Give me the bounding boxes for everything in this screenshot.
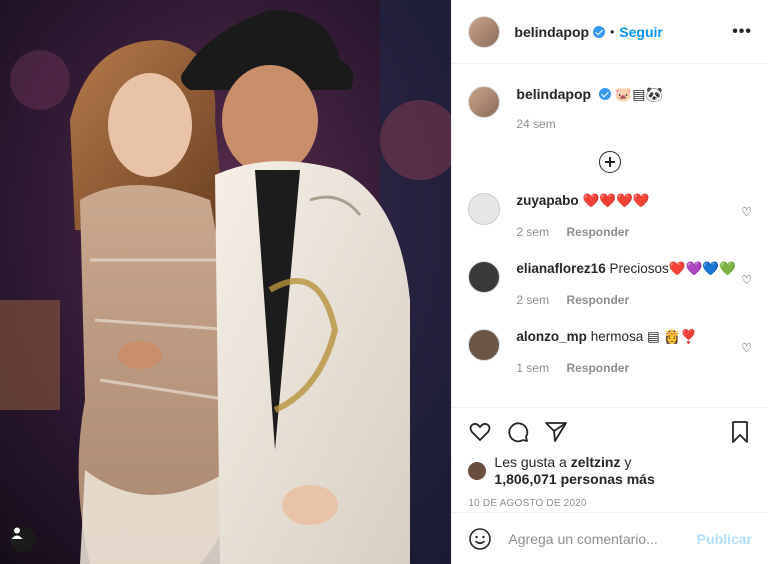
post-date[interactable]: 10 DE AGOSTO DE 2020 bbox=[468, 498, 752, 509]
verified-badge-icon bbox=[598, 88, 611, 100]
comment-username[interactable]: elianaflorez16 bbox=[516, 261, 605, 276]
follow-button[interactable]: Seguir bbox=[619, 24, 663, 40]
tagged-people-button[interactable] bbox=[10, 526, 36, 552]
avatar[interactable] bbox=[468, 462, 487, 480]
comment-text: Preciosos❤️💜💙💚 bbox=[609, 261, 736, 276]
heart-icon[interactable]: ♡ bbox=[741, 205, 752, 219]
comment-input[interactable] bbox=[506, 529, 697, 548]
post-sidebar: belindapop • Seguir ••• belindapop 🐷▤🐼 2… bbox=[451, 0, 768, 564]
avatar[interactable] bbox=[468, 86, 501, 118]
separator-dot: • bbox=[610, 24, 615, 39]
caption-username[interactable]: belindapop bbox=[516, 86, 591, 102]
reply-button[interactable]: Responder bbox=[566, 293, 629, 307]
caption-text: 🐷▤🐼 bbox=[614, 86, 663, 102]
header-username[interactable]: belindapop bbox=[514, 24, 589, 40]
post-photo[interactable] bbox=[0, 0, 452, 564]
avatar[interactable] bbox=[468, 261, 501, 293]
bookmark-icon[interactable] bbox=[728, 420, 752, 444]
person-tag-icon bbox=[11, 527, 23, 539]
heart-icon[interactable]: ♡ bbox=[741, 341, 752, 355]
comment-text: ❤️❤️❤️❤️ bbox=[582, 193, 650, 208]
avatar[interactable] bbox=[468, 15, 501, 48]
comment-time[interactable]: 2 sem bbox=[516, 293, 549, 307]
load-more-comments-button[interactable] bbox=[468, 151, 752, 173]
comments-list[interactable]: belindapop 🐷▤🐼 24 sem zuyapabo ❤️❤️❤️❤️ bbox=[452, 64, 768, 407]
avatar[interactable] bbox=[468, 329, 501, 361]
comment-icon[interactable] bbox=[506, 420, 530, 444]
post-actions: Les gusta a zeltzinz y 1,806,071 persona… bbox=[452, 407, 768, 509]
add-comment-bar: Publicar bbox=[452, 512, 768, 564]
list-item: elianaflorez16 Preciosos❤️💜💙💚 2 sem Resp… bbox=[468, 261, 752, 307]
likes-suffix: y bbox=[624, 454, 632, 470]
reply-button[interactable]: Responder bbox=[566, 225, 629, 239]
comment-time[interactable]: 2 sem bbox=[516, 225, 549, 239]
heart-icon[interactable] bbox=[468, 420, 492, 444]
list-item: zuyapabo ❤️❤️❤️❤️ 2 sem Responder ♡ bbox=[468, 193, 752, 239]
post-photo-illustration bbox=[0, 0, 452, 564]
paper-plane-icon[interactable] bbox=[544, 420, 568, 444]
more-options-icon[interactable]: ••• bbox=[732, 23, 752, 41]
comment-username[interactable]: alonzo_mp bbox=[516, 329, 587, 344]
comment-username[interactable]: zuyapabo bbox=[516, 193, 578, 208]
comment-text: hermosa ▤ 👸❣️ bbox=[590, 329, 698, 344]
likes-prefix: Les gusta a bbox=[494, 454, 567, 470]
reply-button[interactable]: Responder bbox=[566, 361, 629, 375]
post-modal: belindapop • Seguir ••• belindapop 🐷▤🐼 2… bbox=[0, 0, 768, 564]
liker-username[interactable]: zeltzinz bbox=[571, 454, 621, 470]
post-header: belindapop • Seguir ••• bbox=[452, 0, 768, 64]
likes-summary: Les gusta a zeltzinz y 1,806,071 persona… bbox=[468, 454, 752, 488]
list-item: alonzo_mp hermosa ▤ 👸❣️ 1 sem Responder … bbox=[468, 329, 752, 375]
likes-count[interactable]: 1,806,071 personas más bbox=[494, 471, 654, 487]
heart-icon[interactable]: ♡ bbox=[741, 273, 752, 287]
verified-badge-icon bbox=[593, 25, 606, 38]
plus-circle-icon bbox=[599, 151, 622, 173]
caption: belindapop 🐷▤🐼 24 sem bbox=[468, 86, 752, 131]
emoji-icon[interactable] bbox=[468, 527, 492, 551]
publish-button[interactable]: Publicar bbox=[697, 531, 752, 547]
avatar[interactable] bbox=[468, 193, 501, 225]
caption-time[interactable]: 24 sem bbox=[516, 117, 555, 131]
comment-time[interactable]: 1 sem bbox=[516, 361, 549, 375]
